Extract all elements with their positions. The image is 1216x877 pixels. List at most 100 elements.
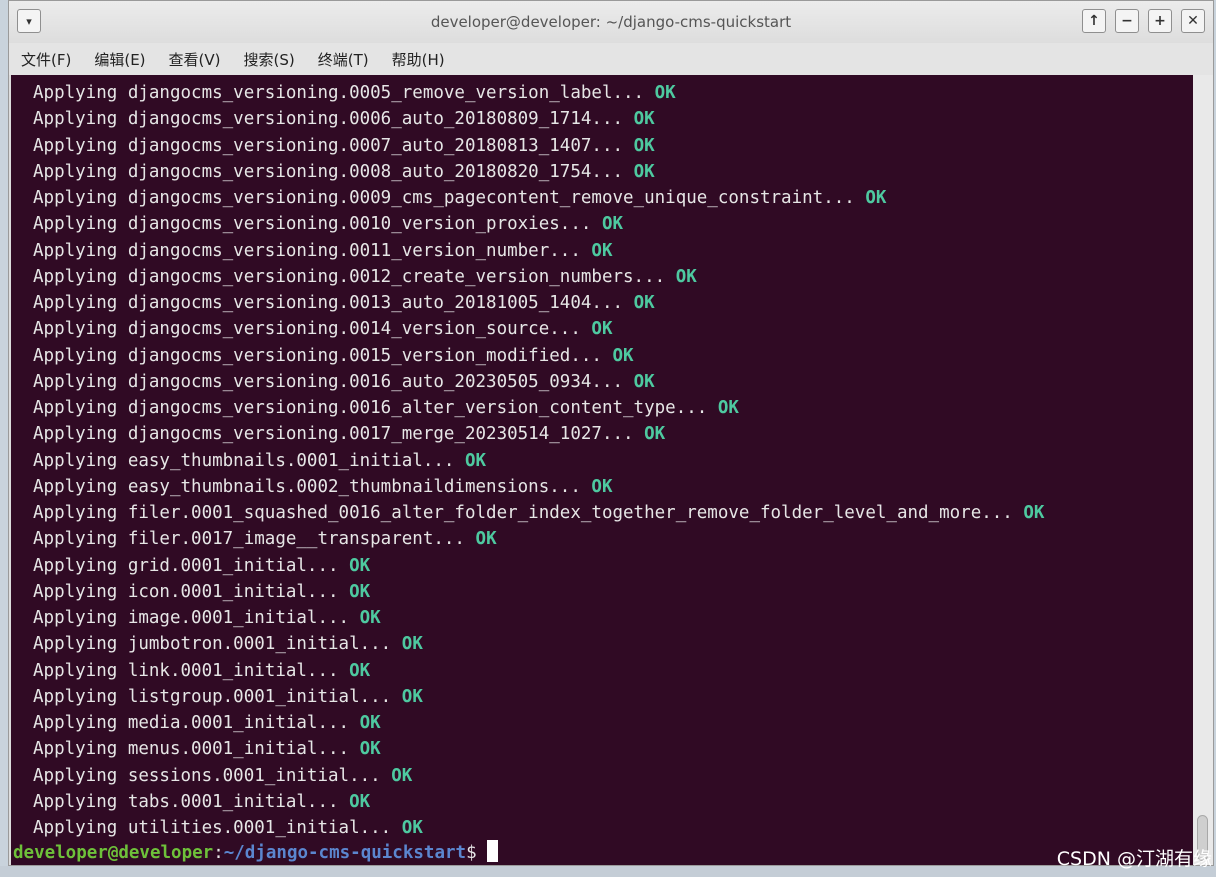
log-line-status: OK	[464, 450, 487, 471]
log-line: Applying filer.0017_image__transparent..…	[33, 526, 1044, 552]
log-line-status: OK	[359, 739, 381, 760]
log-line: Applying djangocms_versioning.0010_versi…	[33, 211, 1044, 237]
log-line: Applying utilities.0001_initial... OK	[33, 815, 1044, 841]
log-line-text: Applying media.0001_initial...	[33, 713, 350, 733]
menu-edit[interactable]: 编辑(E)	[94, 49, 145, 70]
log-line-status: OK	[401, 818, 423, 838]
prompt-separator: :	[213, 843, 224, 863]
log-line-text: Applying filer.0001_squashed_0016_alter_…	[33, 503, 1013, 523]
log-line: Applying filer.0001_squashed_0016_alter_…	[33, 500, 1044, 526]
log-line-status: OK	[591, 476, 613, 497]
log-line-status: OK	[601, 214, 624, 235]
log-line: Applying djangocms_versioning.0008_auto_…	[33, 159, 1044, 185]
menu-view[interactable]: 查看(V)	[169, 49, 221, 70]
log-line-status: OK	[1023, 503, 1045, 523]
log-line: Applying djangocms_versioning.0012_creat…	[33, 264, 1044, 290]
log-line-text: Applying djangocms_versioning.0017_merge…	[33, 424, 634, 445]
log-line-text: Applying djangocms_versioning.0012_creat…	[33, 266, 666, 287]
log-line-status: OK	[349, 791, 371, 812]
log-line-status: OK	[633, 371, 655, 392]
log-line-status: OK	[401, 634, 423, 655]
log-line: Applying djangocms_versioning.0016_alter…	[33, 395, 1044, 421]
close-icon: ✕	[1187, 13, 1199, 29]
log-line: Applying easy_thumbnails.0001_initial...…	[33, 448, 1044, 474]
log-line: Applying grid.0001_initial... OK	[33, 553, 1044, 579]
log-line-status: OK	[717, 398, 739, 418]
arrow-up-icon: ↑	[1088, 13, 1100, 29]
log-line: Applying listgroup.0001_initial... OK	[33, 684, 1044, 710]
menu-file[interactable]: 文件(F)	[21, 49, 71, 70]
maximize-button[interactable]: +	[1148, 9, 1172, 33]
log-line-text: Applying image.0001_initial...	[33, 608, 350, 628]
terminal-window: ▾ developer@developer: ~/django-cms-quic…	[8, 0, 1214, 866]
prompt-user-host: developer@developer	[13, 843, 214, 863]
shade-button[interactable]: ↑	[1082, 9, 1106, 33]
log-line-text: Applying grid.0001_initial...	[33, 555, 339, 576]
log-line-status: OK	[612, 345, 634, 366]
log-line-text: Applying djangocms_versioning.0009_cms_p…	[33, 188, 855, 208]
menu-bar: 文件(F) 编辑(E) 查看(V) 搜索(S) 终端(T) 帮助(H)	[9, 43, 1213, 75]
minus-icon: −	[1121, 13, 1133, 29]
log-line-text: Applying easy_thumbnails.0002_thumbnaild…	[33, 476, 581, 497]
title-bar[interactable]: ▾ developer@developer: ~/django-cms-quic…	[9, 1, 1213, 43]
log-line-status: OK	[633, 293, 655, 313]
log-line: Applying djangocms_versioning.0013_auto_…	[33, 290, 1044, 316]
log-line-status: OK	[633, 109, 655, 130]
text-cursor	[486, 840, 498, 862]
log-line: Applying djangocms_versioning.0005_remov…	[33, 80, 1044, 106]
log-line-text: Applying sessions.0001_initial...	[33, 765, 381, 786]
log-line: Applying tabs.0001_initial... OK	[33, 789, 1044, 815]
log-line: Applying image.0001_initial... OK	[33, 605, 1044, 631]
menu-terminal[interactable]: 终端(T)	[318, 49, 369, 70]
log-line-text: Applying easy_thumbnails.0001_initial...	[33, 450, 455, 471]
shell-prompt: developer@developer:~/django-cms-quickst…	[13, 840, 498, 865]
log-line: Applying sessions.0001_initial... OK	[33, 763, 1044, 789]
log-line-text: Applying djangocms_versioning.0015_versi…	[33, 345, 602, 366]
log-line: Applying menus.0001_initial... OK	[33, 736, 1044, 762]
log-line-text: Applying djangocms_versioning.0008_auto_…	[33, 161, 624, 182]
prompt-symbol: $	[466, 843, 477, 863]
close-button[interactable]: ✕	[1181, 9, 1205, 33]
menu-help[interactable]: 帮助(H)	[392, 49, 445, 70]
log-line-status: OK	[349, 555, 371, 576]
terminal-output[interactable]: Applying djangocms_versioning.0005_remov…	[11, 75, 1193, 865]
log-line-status: OK	[359, 713, 381, 733]
plus-icon: +	[1154, 13, 1166, 29]
log-line-text: Applying link.0001_initial...	[33, 660, 339, 681]
log-line-text: Applying djangocms_versioning.0013_auto_…	[33, 293, 624, 313]
log-line: Applying media.0001_initial... OK	[33, 710, 1044, 736]
menu-search[interactable]: 搜索(S)	[244, 49, 295, 70]
log-line-status: OK	[633, 161, 655, 182]
log-line: Applying djangocms_versioning.0017_merge…	[33, 421, 1044, 447]
log-line: Applying jumbotron.0001_initial... OK	[33, 631, 1044, 657]
minimize-button[interactable]: −	[1115, 9, 1139, 33]
log-line-text: Applying djangocms_versioning.0006_auto_…	[33, 109, 624, 130]
log-line-text: Applying djangocms_versioning.0016_alter…	[33, 398, 708, 418]
log-line-status: OK	[391, 765, 413, 786]
log-line-text: Applying icon.0001_initial...	[33, 581, 339, 602]
scrollbar[interactable]	[1193, 75, 1213, 865]
log-line-text: Applying djangocms_versioning.0007_auto_…	[33, 135, 624, 156]
log-line-status: OK	[865, 188, 887, 208]
log-line: Applying djangocms_versioning.0016_auto_…	[33, 369, 1044, 395]
log-line: Applying djangocms_versioning.0015_versi…	[33, 343, 1044, 369]
watermark: CSDN @汀湖有缘	[1056, 848, 1212, 870]
window-controls: ↑ − + ✕	[1082, 9, 1205, 33]
desktop-background	[0, 866, 1216, 877]
log-line-text: Applying djangocms_versioning.0016_auto_…	[33, 371, 624, 392]
log-line-status: OK	[591, 319, 613, 340]
log-line-text: Applying filer.0017_image__transparent..…	[33, 529, 465, 550]
log-line-status: OK	[591, 240, 613, 261]
log-line: Applying icon.0001_initial... OK	[33, 579, 1044, 605]
log-line-status: OK	[349, 660, 371, 681]
log-line: Applying djangocms_versioning.0014_versi…	[33, 316, 1044, 342]
log-line: Applying djangocms_versioning.0011_versi…	[33, 238, 1044, 264]
log-line-status: OK	[349, 581, 371, 602]
log-line: Applying easy_thumbnails.0002_thumbnaild…	[33, 474, 1044, 500]
log-line-text: Applying djangocms_versioning.0010_versi…	[33, 214, 592, 235]
log-line-text: Applying utilities.0001_initial...	[33, 818, 392, 838]
log-line-status: OK	[401, 686, 423, 707]
log-line-text: Applying tabs.0001_initial...	[33, 791, 339, 812]
log-line-text: Applying djangocms_versioning.0005_remov…	[33, 83, 645, 103]
prompt-path: ~/django-cms-quickstart	[223, 843, 467, 863]
